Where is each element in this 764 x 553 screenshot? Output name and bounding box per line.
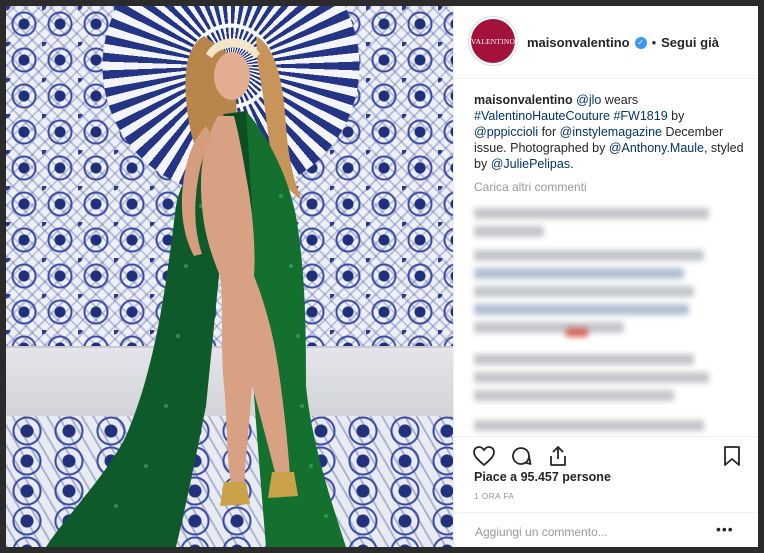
share-icon[interactable] xyxy=(546,444,570,468)
post-caption-area: maisonvalentino @jlo wears #ValentinoHau… xyxy=(474,92,746,194)
caption-author[interactable]: maisonvalentino xyxy=(474,93,573,107)
caption-link[interactable]: @JuliePelipas xyxy=(491,157,570,171)
blurred-comment-line xyxy=(474,304,689,315)
blurred-comment-line xyxy=(474,420,704,431)
blurred-comment-line xyxy=(474,250,704,261)
add-comment-input[interactable] xyxy=(473,522,707,542)
avatar-logo-text: VALENTINO xyxy=(470,36,516,46)
caption-link[interactable]: @jlo xyxy=(576,93,601,107)
post-header: VALENTINO maisonvalentino ✓ • Segui già xyxy=(454,6,758,79)
blurred-comment-line xyxy=(474,372,709,383)
account-avatar[interactable]: VALENTINO xyxy=(471,19,515,63)
blurred-comment-line xyxy=(474,286,694,297)
caption-link[interactable]: #ValentinoHauteCouture xyxy=(474,109,610,123)
blurred-comment-line xyxy=(474,390,674,401)
post-timestamp: 1 ORA FA xyxy=(474,491,515,501)
blurred-comment-line xyxy=(474,322,624,333)
caption-link[interactable]: @instylemagazine xyxy=(560,125,662,139)
caption-link[interactable]: @pppiccioli xyxy=(474,125,538,139)
blurred-emoji xyxy=(566,328,588,337)
blurred-comment-line xyxy=(474,226,544,237)
post-caption: maisonvalentino @jlo wears #ValentinoHau… xyxy=(474,92,746,172)
header-line: maisonvalentino ✓ • Segui già xyxy=(527,35,719,50)
blurred-comment-line xyxy=(474,208,709,219)
post-actions-bar xyxy=(454,436,758,469)
likes-count[interactable]: Piace a 95.457 persone xyxy=(474,470,611,484)
blurred-comments-list xyxy=(474,206,746,434)
post-side-panel: VALENTINO maisonvalentino ✓ • Segui già … xyxy=(453,6,758,547)
more-options-button[interactable]: ••• xyxy=(716,521,734,537)
caption-link[interactable]: #FW1819 xyxy=(613,109,667,123)
blurred-comment-line xyxy=(474,354,694,365)
caption-text-fragment: wears xyxy=(601,93,639,107)
following-button[interactable]: Segui già xyxy=(661,35,719,50)
header-separator: • xyxy=(651,35,657,50)
post-photo[interactable] xyxy=(6,6,453,547)
caption-link[interactable]: @Anthony.Maule xyxy=(609,141,704,155)
bookmark-icon[interactable] xyxy=(720,444,744,468)
comment-composer: ••• xyxy=(454,512,758,547)
caption-text-fragment: by xyxy=(667,109,685,123)
caption-text-fragment: for xyxy=(538,125,560,139)
load-more-comments-link[interactable]: Carica altri commenti xyxy=(474,180,746,194)
model-figure xyxy=(46,36,346,547)
blurred-comment-line xyxy=(474,268,684,279)
heart-icon[interactable] xyxy=(472,444,496,468)
caption-text-fragment: . xyxy=(570,157,574,171)
account-username[interactable]: maisonvalentino xyxy=(527,35,630,50)
verified-badge-icon: ✓ xyxy=(634,36,647,49)
comment-icon[interactable] xyxy=(509,444,533,468)
instagram-post-window: VALENTINO maisonvalentino ✓ • Segui già … xyxy=(6,6,758,547)
